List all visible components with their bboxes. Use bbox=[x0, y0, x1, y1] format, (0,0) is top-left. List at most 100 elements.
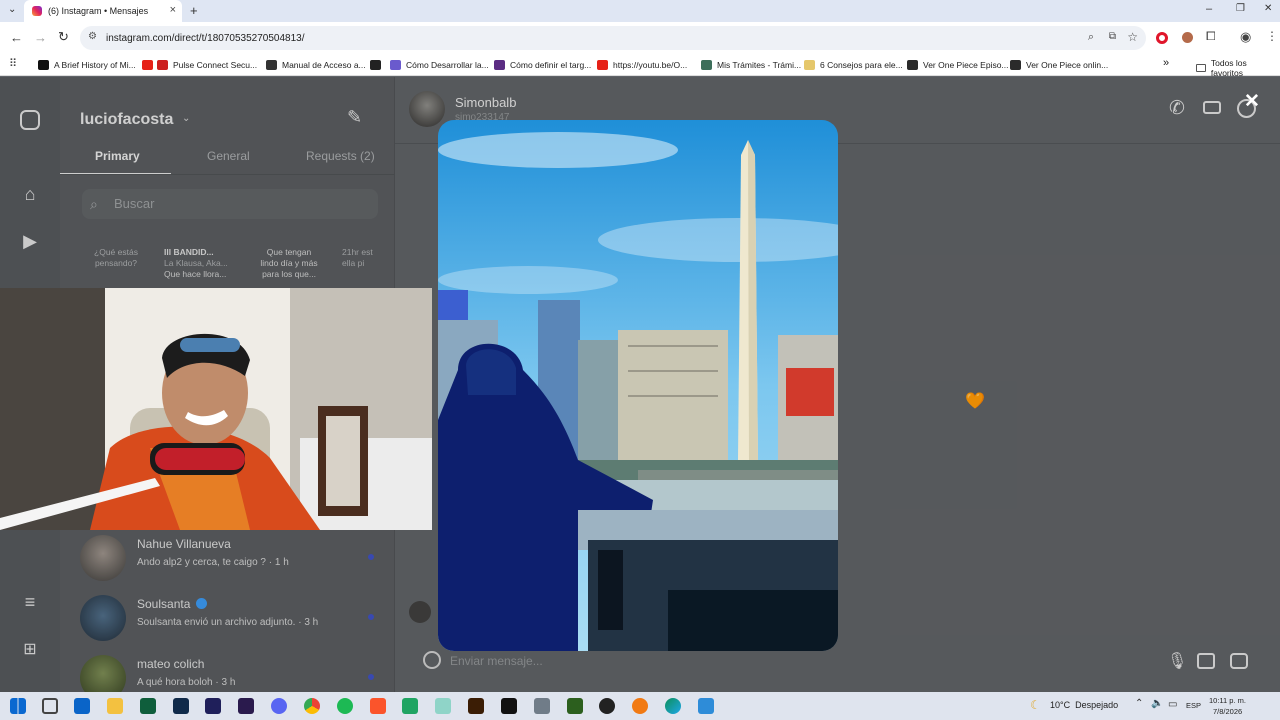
bookmark-item[interactable] bbox=[370, 58, 386, 72]
clock-app-icon[interactable] bbox=[599, 698, 615, 714]
weather-moon-icon: ☾ bbox=[1030, 698, 1041, 712]
bookmark-item[interactable]: Pulse Connect Secu... bbox=[157, 58, 257, 72]
premiere-icon[interactable] bbox=[238, 698, 254, 714]
chrome-icon[interactable] bbox=[304, 698, 320, 714]
apps-grid-icon[interactable]: ⠿ bbox=[9, 57, 17, 70]
tab-list-icon[interactable]: ⌄ bbox=[8, 4, 16, 15]
bookmark-item[interactable]: Manual de Acceso a... bbox=[266, 58, 366, 72]
close-viewer-icon[interactable]: ✕ bbox=[1244, 90, 1260, 113]
bookmark-item[interactable]: Ver One Piece Episo... bbox=[907, 58, 1009, 72]
bookmark-label: A Brief History of Mi... bbox=[54, 60, 136, 70]
bookmark-favicon-icon bbox=[157, 60, 168, 70]
language-indicator[interactable]: ESP bbox=[1186, 701, 1201, 710]
tab-title: (6) Instagram • Mensajes bbox=[48, 6, 149, 16]
after-effects-icon[interactable] bbox=[205, 698, 221, 714]
outlook-icon[interactable] bbox=[74, 698, 90, 714]
bookmark-item[interactable]: https://youtu.be/O... bbox=[597, 58, 687, 72]
bookmark-favicon-icon bbox=[370, 60, 381, 70]
volume-icon[interactable]: 🔈 bbox=[1151, 698, 1163, 709]
bookmark-item[interactable] bbox=[142, 58, 158, 72]
bookmark-label: Cómo Desarrollar la... bbox=[406, 60, 489, 70]
streamer-webcam-image bbox=[0, 288, 432, 530]
install-app-icon[interactable]: ⧉ bbox=[1109, 31, 1116, 42]
taskbar-app-icon[interactable] bbox=[402, 698, 418, 714]
bookmark-item[interactable]: A Brief History of Mi... bbox=[38, 58, 136, 72]
bookmark-star-icon[interactable]: ☆ bbox=[1127, 30, 1138, 44]
calculator-icon[interactable] bbox=[534, 698, 550, 714]
opera-extension-icon[interactable] bbox=[1156, 32, 1168, 44]
webcam-overlay bbox=[0, 288, 432, 530]
avast-icon[interactable] bbox=[632, 698, 648, 714]
bookmark-item[interactable]: Ver One Piece onlin... bbox=[1010, 58, 1108, 72]
bookmark-favicon-icon bbox=[390, 60, 401, 70]
browser-tab-instagram[interactable]: (6) Instagram • Mensajes × bbox=[24, 0, 182, 22]
close-window-button[interactable]: ✕ bbox=[1264, 3, 1272, 14]
bookmark-label: https://youtu.be/O... bbox=[613, 60, 688, 70]
bookmark-label: Ver One Piece onlin... bbox=[1026, 60, 1109, 70]
clock-time[interactable]: 10:11 p. m. bbox=[1209, 696, 1246, 705]
spotify-icon[interactable] bbox=[337, 698, 353, 714]
menu-kebab-icon[interactable]: ⋮ bbox=[1266, 29, 1278, 43]
restore-button[interactable]: ❐ bbox=[1236, 3, 1245, 14]
bookmark-favicon-icon bbox=[597, 60, 608, 70]
taskbar-app-icon[interactable] bbox=[567, 698, 583, 714]
bookmark-favicon-icon bbox=[266, 60, 277, 70]
extensions-puzzle-icon[interactable]: ⧠ bbox=[1206, 29, 1216, 44]
bookmarks-more-icon[interactable]: » bbox=[1163, 57, 1169, 69]
zoom-icon[interactable]: ⌕ bbox=[1088, 31, 1094, 44]
capcut-icon[interactable] bbox=[501, 698, 517, 714]
forward-icon[interactable]: → bbox=[34, 30, 47, 45]
bookmark-label: Cómo definir el targ... bbox=[510, 60, 592, 70]
audition-icon[interactable] bbox=[140, 698, 156, 714]
bookmark-item[interactable]: Mis Trámites - Trámi... bbox=[701, 58, 801, 72]
tray-chevron-up-icon[interactable]: ⌃ bbox=[1135, 698, 1143, 709]
instagram-favicon-icon bbox=[32, 6, 42, 16]
back-icon[interactable]: ← bbox=[10, 30, 23, 45]
minimize-button[interactable]: – bbox=[1206, 3, 1212, 15]
all-bookmarks-label: Todos los favoritos bbox=[1210, 58, 1247, 78]
bookmark-label: Pulse Connect Secu... bbox=[173, 60, 258, 70]
bookmark-favicon-icon bbox=[494, 60, 505, 70]
bookmark-favicon-icon bbox=[142, 60, 153, 70]
expanded-photo[interactable] bbox=[438, 120, 838, 651]
bookmarks-bar: ⠿ A Brief History of Mi... Pulse Connect … bbox=[0, 54, 1280, 78]
photo-obelisk-image bbox=[438, 120, 838, 651]
illustrator-icon[interactable] bbox=[468, 698, 484, 714]
weather-text[interactable]: 10°C Despejado bbox=[1050, 700, 1118, 710]
windows-start-icon[interactable] bbox=[10, 698, 26, 714]
taskbar-app-icon[interactable] bbox=[435, 698, 451, 714]
bookmark-item[interactable]: Cómo Desarrollar la... bbox=[390, 58, 489, 72]
edge-icon[interactable] bbox=[665, 698, 681, 714]
extension-icon[interactable] bbox=[1182, 32, 1193, 43]
discord-icon[interactable] bbox=[271, 698, 287, 714]
url-text: instagram.com/direct/t/18070535270504813… bbox=[106, 32, 305, 44]
profile-icon[interactable]: ◉ bbox=[1240, 29, 1251, 45]
bookmark-favicon-icon bbox=[907, 60, 918, 70]
file-explorer-icon[interactable] bbox=[107, 698, 123, 714]
taskbar-app-icon[interactable] bbox=[698, 698, 714, 714]
bookmark-favicon-icon bbox=[804, 60, 815, 70]
all-bookmarks-folder[interactable]: Todos los favoritos bbox=[1196, 58, 1280, 78]
bookmark-label: Manual de Acceso a... bbox=[282, 60, 366, 70]
new-tab-button[interactable]: + bbox=[190, 3, 198, 18]
bookmark-label: Mis Trámites - Trámi... bbox=[717, 60, 802, 70]
bookmark-item[interactable]: Cómo definir el targ... bbox=[494, 58, 591, 72]
brave-icon[interactable] bbox=[370, 698, 386, 714]
network-icon[interactable]: ▭ bbox=[1168, 699, 1177, 710]
bookmark-item[interactable]: 6 Consejos para ele... bbox=[804, 58, 903, 72]
bookmark-favicon-icon bbox=[1010, 60, 1021, 70]
clock-date[interactable]: 7/8/2026 bbox=[1213, 707, 1242, 716]
bookmark-label: Ver One Piece Episo... bbox=[923, 60, 1009, 70]
photoshop-icon[interactable] bbox=[173, 698, 189, 714]
browser-tab-strip: ⌄ (6) Instagram • Mensajes × + – ❐ ✕ bbox=[0, 0, 1280, 22]
tab-close-icon[interactable]: × bbox=[170, 4, 176, 16]
bookmark-favicon-icon bbox=[701, 60, 712, 70]
site-info-icon[interactable]: ⚙ bbox=[88, 31, 97, 42]
address-bar[interactable]: ⚙ instagram.com/direct/t/180705352705048… bbox=[80, 26, 1146, 50]
task-view-icon[interactable] bbox=[42, 698, 58, 714]
browser-toolbar: ← → ↻ ⚙ instagram.com/direct/t/180705352… bbox=[0, 22, 1280, 54]
folder-icon bbox=[1196, 64, 1206, 72]
windows-taskbar: ☾ 10°C Despejado ⌃ 🔈 ▭ ESP 10:11 p. m. 7… bbox=[0, 692, 1280, 720]
reload-icon[interactable]: ↻ bbox=[58, 29, 69, 45]
bookmark-favicon-icon bbox=[38, 60, 49, 70]
